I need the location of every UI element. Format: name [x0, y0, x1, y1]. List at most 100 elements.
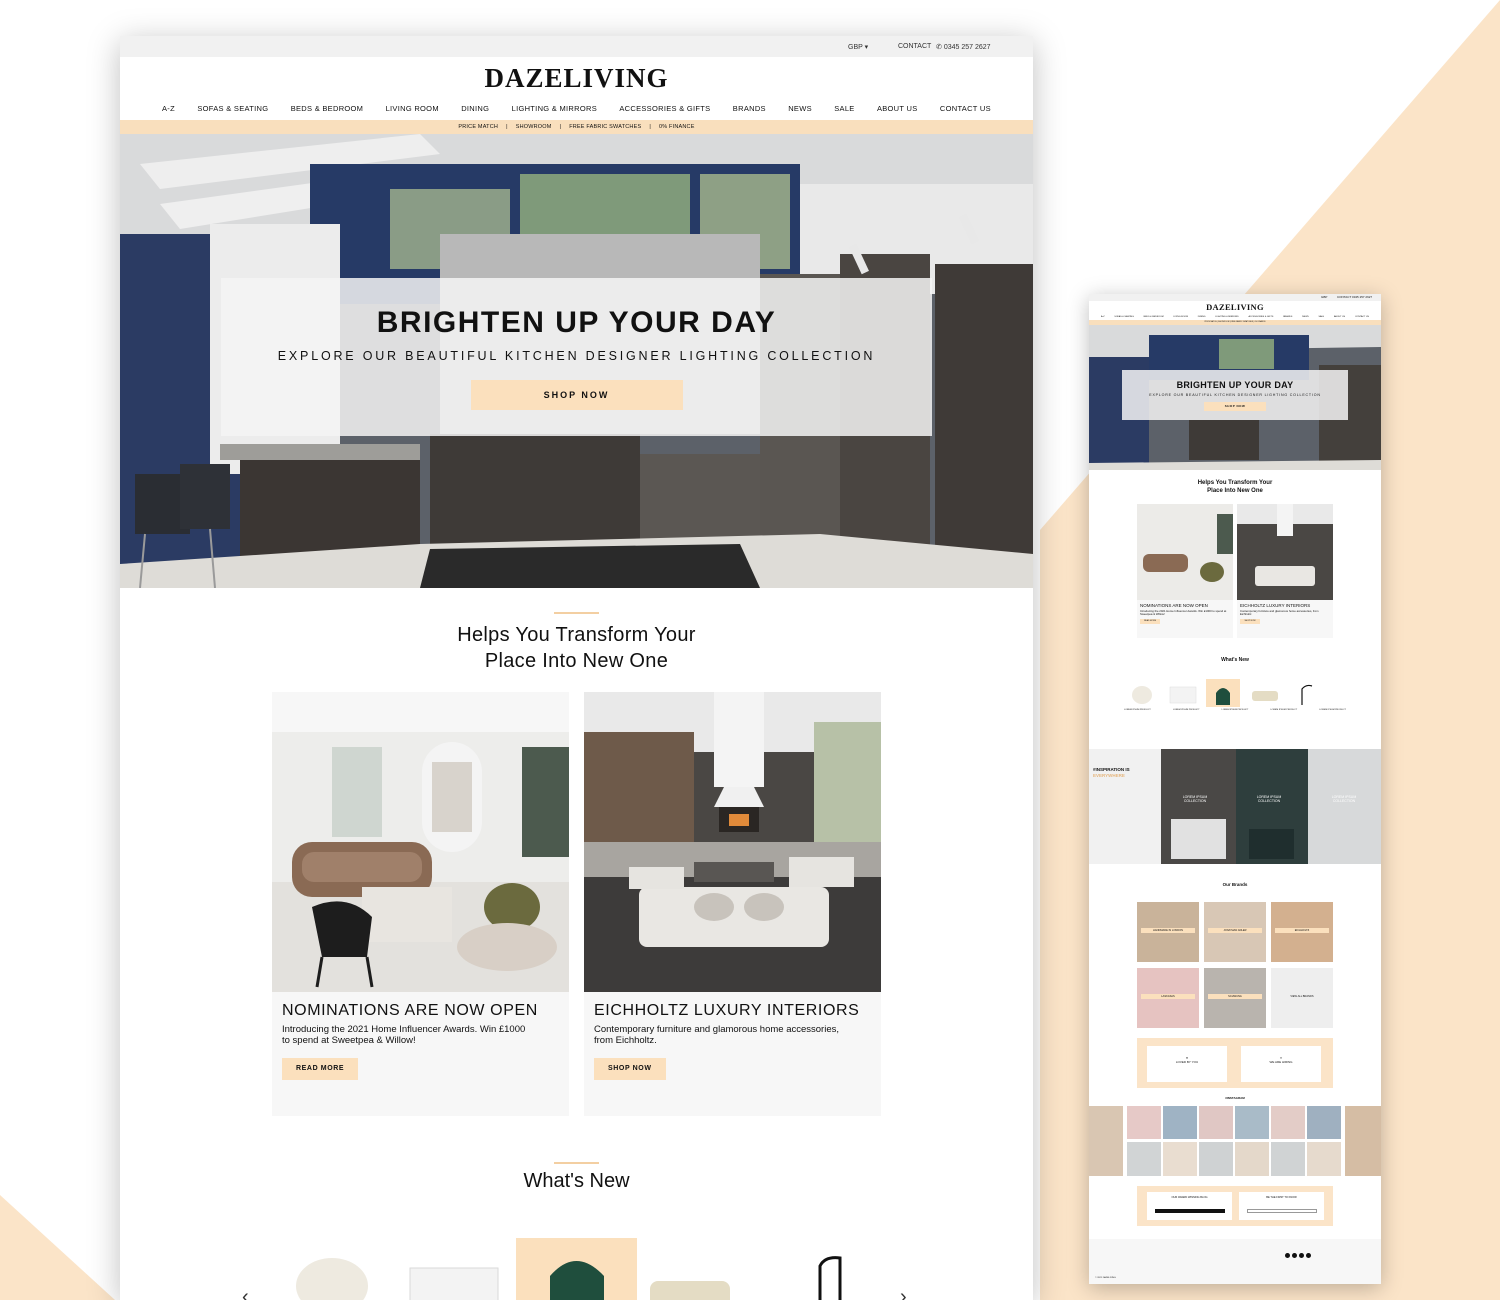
mini-nav-item[interactable]: SALE: [1319, 316, 1325, 318]
product-carousel: ‹ ›: [120, 1236, 1033, 1300]
mini-shop-now-button[interactable]: SHOP NOW: [1240, 618, 1260, 624]
card-title: EICHHOLTZ LUXURY INTERIORS: [594, 1002, 860, 1019]
living-room-image: [272, 692, 569, 992]
mini-testimonial-hiring-row: ♥ LOVED BY YOU ✦ WE ARE HIRING: [1137, 1038, 1333, 1088]
hero-title: BRIGHTEN UP YOUR DAY: [376, 306, 777, 339]
promo-swatches[interactable]: FREE FABRIC SWATCHES: [569, 124, 641, 130]
mini-nav-item[interactable]: LIGHTING & MIRRORS: [1215, 316, 1238, 318]
mini-product-label[interactable]: LOREM IPSUM PRODUCT: [1124, 709, 1151, 711]
promo-strip: PRICE MATCH | SHOWROOM | FREE FABRIC SWA…: [120, 120, 1033, 134]
mini-hero-button[interactable]: SHOP NOW: [1204, 402, 1266, 411]
contact-link[interactable]: CONTACT: [898, 43, 931, 50]
nav-item-about[interactable]: ABOUT US: [877, 104, 918, 113]
mini-currency[interactable]: GBP: [1321, 295, 1327, 299]
feature-card-eichholtz[interactable]: EICHHOLTZ LUXURY INTERIORS Contemporary …: [584, 692, 881, 1116]
phone-link[interactable]: ✆ 0345 257 2627: [936, 43, 991, 51]
mini-product-label[interactable]: LOREM IPSUM PRODUCT: [1173, 709, 1200, 711]
twitter-icon[interactable]: [1306, 1253, 1311, 1258]
mini-brand-tile[interactable]: JONATHAN ADLER: [1204, 902, 1266, 962]
mini-inspiration-title: EVERYWHERE: [1093, 773, 1125, 778]
nav-item-accessories[interactable]: ACCESSORIES & GIFTS: [619, 104, 710, 113]
read-more-button[interactable]: READ MORE: [282, 1058, 359, 1080]
mini-nav-item[interactable]: SOFAS & SEATING: [1114, 316, 1133, 318]
mini-brand-tile[interactable]: VIEW ALL BRANDS: [1271, 968, 1333, 1028]
mini-brand-label: EICHHOLTZ: [1275, 928, 1329, 933]
mini-nav-item[interactable]: BEDS & BEDROOM: [1144, 316, 1164, 318]
shop-now-button[interactable]: SHOP NOW: [594, 1058, 666, 1080]
hero-overlay-box: BRIGHTEN UP YOUR DAY EXPLORE OUR BEAUTIF…: [221, 278, 932, 436]
feature-card-nominations[interactable]: NOMINATIONS ARE NOW OPEN Introducing the…: [272, 692, 569, 1116]
mini-product-thumbs: [1132, 679, 1313, 707]
mini-logo[interactable]: DAZELIVING: [1089, 301, 1381, 313]
hero-subtitle: EXPLORE OUR BEAUTIFUL KITCHEN DESIGNER L…: [277, 349, 876, 363]
mini-hiring: ✦ WE ARE HIRING: [1241, 1046, 1321, 1082]
section-title: Helps You Transform Your Place Into New …: [120, 622, 1033, 674]
mini-inspiration-title: #INSPIRATION IS: [1093, 767, 1130, 772]
nav-item-contact[interactable]: CONTACT US: [940, 104, 991, 113]
promo-finance[interactable]: 0% FINANCE: [659, 124, 695, 130]
mini-inspiration-tile[interactable]: LOREM IPSUM COLLECTION: [1249, 795, 1289, 803]
mini-email-input[interactable]: [1246, 1209, 1317, 1213]
pinterest-icon[interactable]: [1299, 1253, 1304, 1258]
section-divider: [554, 1162, 599, 1164]
mini-newsletter-box: BE THE FIRST TO KNOW: [1239, 1192, 1324, 1220]
mini-instagram-grid: [1089, 1106, 1381, 1176]
mini-blog-box: OUR AWARD WINNING BLOG: [1147, 1192, 1232, 1220]
mini-nav-item[interactable]: CONTACT US: [1355, 316, 1369, 318]
nav-item-lighting[interactable]: LIGHTING & MIRRORS: [512, 104, 597, 113]
promo-price-match[interactable]: PRICE MATCH: [458, 124, 498, 130]
nav-item-beds[interactable]: BEDS & BEDROOM: [291, 104, 364, 113]
hero-shop-now-button[interactable]: SHOP NOW: [470, 380, 683, 410]
mini-product-label[interactable]: LOREM IPSUM PRODUCT: [1222, 709, 1249, 711]
full-page-mockup: GBP CONTACT 0345 257 2627 DAZELIVING A-Z…: [1089, 294, 1381, 1284]
mini-card-image: [1137, 504, 1233, 600]
mini-card-desc: Introducing the 2021 Home Influencer Awa…: [1140, 608, 1227, 616]
mini-nav-item[interactable]: DINING: [1198, 316, 1206, 318]
feature-cards: NOMINATIONS ARE NOW OPEN Introducing the…: [272, 692, 882, 1116]
mini-inspiration-tile[interactable]: LOREM IPSUM COLLECTION: [1324, 795, 1364, 803]
nav-item-living-room[interactable]: LIVING ROOM: [386, 104, 439, 113]
mini-card-nominations[interactable]: NOMINATIONS ARE NOW OPEN Introducing the…: [1137, 504, 1233, 638]
mini-nav-item[interactable]: ABOUT US: [1334, 316, 1345, 318]
card-image: [272, 692, 569, 992]
facebook-icon[interactable]: [1285, 1253, 1290, 1258]
mini-blog-button[interactable]: [1154, 1209, 1225, 1213]
instagram-icon[interactable]: [1292, 1253, 1297, 1258]
mini-inspiration-tile[interactable]: LOREM IPSUM COLLECTION: [1175, 795, 1215, 803]
mini-social-icons: [1285, 1253, 1311, 1258]
mini-nav-item[interactable]: BRANDS: [1283, 316, 1292, 318]
mini-product-label[interactable]: LOREM IPSUM PRODUCT: [1319, 709, 1346, 711]
mini-nav-item[interactable]: LIVING ROOM: [1173, 316, 1188, 318]
mini-brand-tile[interactable]: LASKASAS: [1137, 968, 1199, 1028]
mini-our-brands-title: Our Brands: [1222, 882, 1248, 887]
section-title-line: Helps You Transform Your: [457, 624, 696, 646]
site-logo[interactable]: DAZELIVING: [120, 60, 1033, 96]
mini-nav-item[interactable]: NEWS: [1302, 316, 1309, 318]
mini-product-label[interactable]: LOREM IPSUM PRODUCT: [1270, 709, 1297, 711]
mini-nav: A-Z SOFAS & SEATING BEDS & BEDROOM LIVIN…: [1089, 313, 1381, 320]
mini-brand-tile[interactable]: HANDMADE IN LONDON: [1137, 902, 1199, 962]
mini-brand-tile[interactable]: SCHWUNG: [1204, 968, 1266, 1028]
nav-item-sale[interactable]: SALE: [834, 104, 854, 113]
mini-read-more-button[interactable]: READ MORE: [1140, 618, 1160, 624]
lounge-image: [584, 692, 881, 992]
nav-item-dining[interactable]: DINING: [461, 104, 489, 113]
nav-item-brands[interactable]: BRANDS: [733, 104, 766, 113]
mini-contact[interactable]: CONTACT 0345 257 2627: [1337, 295, 1372, 299]
mini-brand-label: SCHWUNG: [1208, 994, 1262, 999]
mini-nav-item[interactable]: ACCESSORIES & GIFTS: [1248, 316, 1273, 318]
product-dresser: [409, 1267, 499, 1300]
nav-item-a-z[interactable]: A-Z: [162, 104, 175, 113]
mini-brand-tile[interactable]: EICHHOLTZ: [1271, 902, 1333, 962]
hero-banner: BRIGHTEN UP YOUR DAY EXPLORE OUR BEAUTIF…: [120, 134, 1033, 588]
mini-nav-item[interactable]: A-Z: [1101, 316, 1105, 318]
currency-selector[interactable]: GBP ▾: [848, 43, 868, 51]
mini-product-row: LOREM IPSUM PRODUCT LOREM IPSUM PRODUCT …: [1124, 679, 1346, 719]
promo-showroom[interactable]: SHOWROOM: [516, 124, 552, 130]
mini-section-title: Helps You Transform Your Place Into New …: [1089, 479, 1381, 495]
mini-brand-label: HANDMADE IN LONDON: [1141, 928, 1195, 933]
nav-item-sofas[interactable]: SOFAS & SEATING: [197, 104, 268, 113]
mini-card-eichholtz[interactable]: EICHHOLTZ LUXURY INTERIORS Contemporary …: [1237, 504, 1333, 638]
mini-instagram-title: #INSTAGRAM: [1225, 1096, 1245, 1100]
nav-item-news[interactable]: NEWS: [788, 104, 812, 113]
